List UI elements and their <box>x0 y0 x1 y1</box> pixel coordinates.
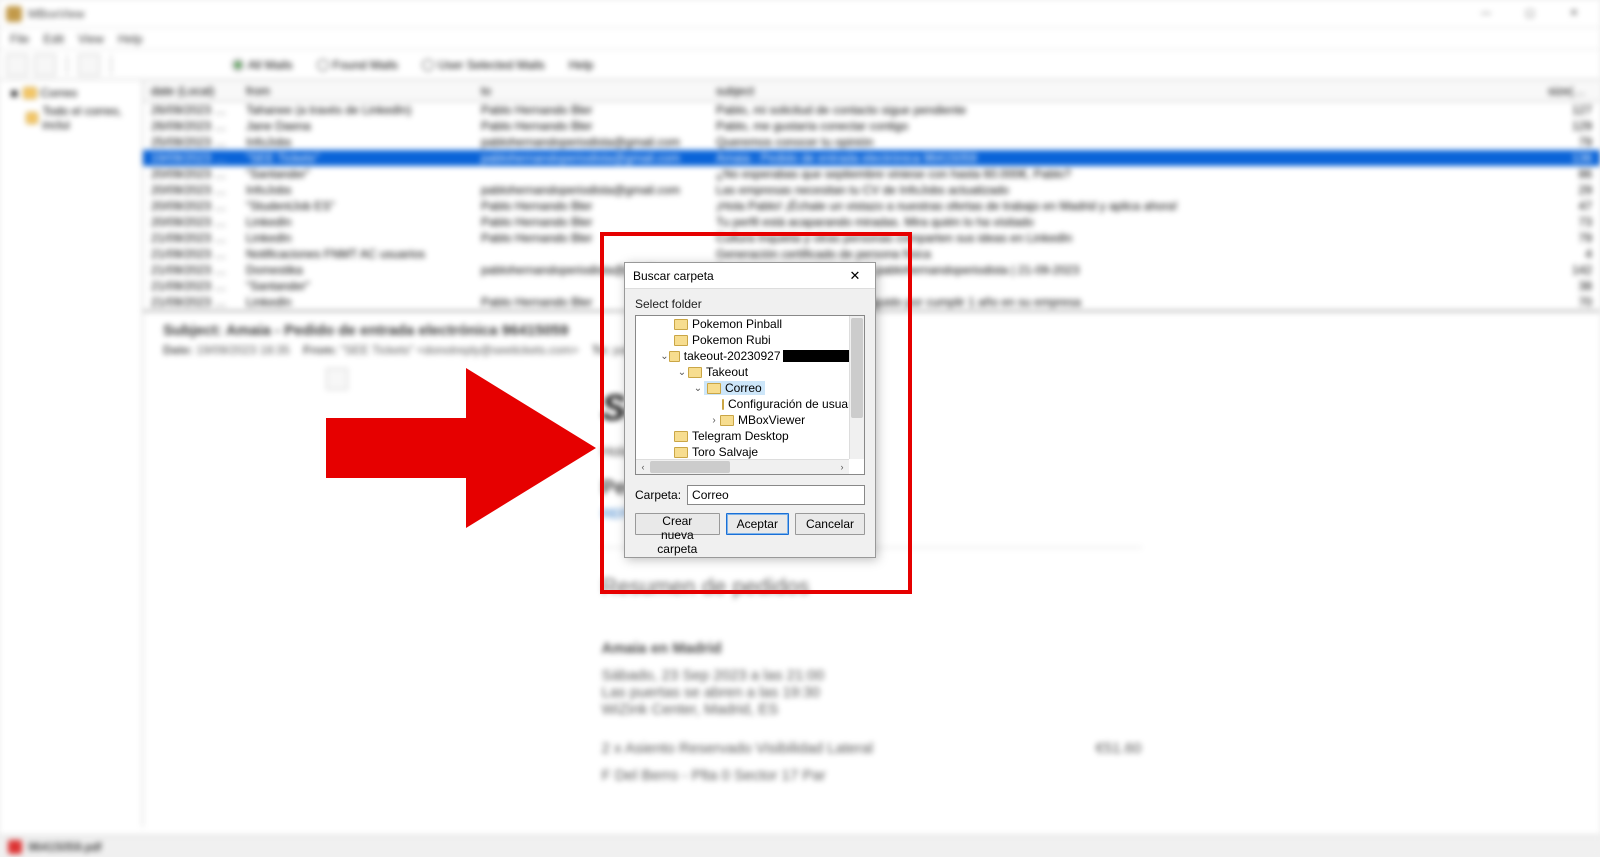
toolbar: All Mails Found Mails User Selected Mail… <box>0 50 1600 80</box>
toolbar-pick-icon[interactable] <box>78 54 100 76</box>
email-seat-detail: F Del Berro - Plta 0 Sector 17 Par <box>602 767 1142 784</box>
mail-row[interactable]: 21/09/2023 09:18LinkedIn Pablo Hernando … <box>143 230 1600 246</box>
mail-row[interactable]: 26/09/2023 07:25Tahanee (a través de Lin… <box>143 102 1600 118</box>
toolbar-separator <box>110 55 112 75</box>
tree-item[interactable]: Toro Salvaje <box>636 444 849 459</box>
scroll-right-icon[interactable]: › <box>835 460 849 474</box>
new-folder-button[interactable]: Crear nueva carpeta <box>635 513 720 535</box>
folder-icon <box>720 415 734 426</box>
preview-to-label: To: <box>592 343 610 357</box>
preview-from: "SEE Tickets" <donotreply@seetickets.com… <box>340 343 578 357</box>
mail-row[interactable]: 20/09/2023 11:43"Santander" ¿No esperaba… <box>143 166 1600 182</box>
mail-row[interactable]: 20/09/2023 16:36"StudentJob ES" Pablo He… <box>143 198 1600 214</box>
chevron-down-icon[interactable]: ⌄ <box>692 383 704 394</box>
folder-icon <box>674 319 688 330</box>
filter-found-mails[interactable]: Found Mails <box>317 58 398 72</box>
carpeta-input[interactable] <box>687 485 865 505</box>
folder-browse-dialog: Buscar carpeta ✕ Select folder Pokemon P… <box>624 262 876 558</box>
dialog-close-button[interactable]: ✕ <box>843 266 867 286</box>
menu-help[interactable]: Help <box>118 32 143 46</box>
tree-item-takeout[interactable]: ⌄takeout-20230927 <box>636 348 849 364</box>
tree-vertical-scrollbar[interactable] <box>849 316 864 459</box>
window-title: MBoxView <box>28 7 84 21</box>
cancel-button[interactable]: Cancelar <box>795 513 865 535</box>
menu-view[interactable]: View <box>78 32 104 46</box>
preview-from-label: From: <box>303 343 337 357</box>
filter-all-mails[interactable]: All Mails <box>232 58 293 72</box>
menubar: File Edit View Help <box>0 28 1600 50</box>
redacted-text <box>783 350 850 362</box>
folder-icon <box>674 431 688 442</box>
maximize-button[interactable]: ▢ <box>1510 2 1550 26</box>
col-subject[interactable]: subject <box>708 84 1540 98</box>
mail-list-header: date (Local) from to subject size(KB) <box>143 80 1600 102</box>
col-size[interactable]: size(KB) <box>1540 84 1600 98</box>
mail-row[interactable]: 19/09/2023 18:35"SEE Tickets" pabloherna… <box>143 150 1600 166</box>
statusbar: 96415059.pdf <box>0 835 1600 857</box>
close-window-button[interactable]: ✕ <box>1554 2 1594 26</box>
folder-icon <box>674 447 688 458</box>
mail-row[interactable]: 21/09/2023 09:16Notificaciones FNMT AC u… <box>143 246 1600 262</box>
email-doors: Las puertas se abren a las 19:30 <box>602 684 1142 701</box>
col-date[interactable]: date (Local) <box>143 84 238 98</box>
folder-icon <box>707 383 721 394</box>
toolbar-separator <box>66 55 68 75</box>
toolbar-print-icon[interactable] <box>34 54 56 76</box>
mail-row[interactable]: 25/09/2023 16:26InfoJobs pablohernandope… <box>143 134 1600 150</box>
email-section-resumen: Resumen de pedidos <box>602 574 1142 600</box>
col-to[interactable]: to <box>473 84 708 98</box>
tree-item[interactable]: Pokemon Rubi <box>636 332 849 348</box>
email-price: €51.60 <box>1096 740 1142 757</box>
accept-button[interactable]: Aceptar <box>726 513 789 535</box>
tree-item[interactable]: Telegram Desktop <box>636 428 849 444</box>
toolbar-open-icon[interactable] <box>6 54 28 76</box>
statusbar-file[interactable]: 96415059.pdf <box>28 840 101 854</box>
titlebar: MBoxView — ▢ ✕ <box>0 0 1600 28</box>
filter-user-selected[interactable]: User Selected Mails <box>422 58 545 72</box>
dialog-titlebar: Buscar carpeta ✕ <box>625 263 875 289</box>
mail-row[interactable]: 26/09/2023 15:29Jane Daena Pablo Hernand… <box>143 118 1600 134</box>
folder-tree[interactable]: Pokemon Pinball Pokemon Rubi ⌄takeout-20… <box>635 315 865 475</box>
mail-row[interactable]: 20/09/2023 20:34LinkedIn Pablo Hernando … <box>143 214 1600 230</box>
sidebar-child-all-mail[interactable]: Todo el correo, inclui <box>4 102 138 134</box>
folder-sidebar: ▣Correo Todo el correo, inclui <box>0 80 143 827</box>
carpeta-label: Carpeta: <box>635 488 681 502</box>
tree-item[interactable]: Pokemon Pinball <box>636 316 849 332</box>
mail-row[interactable]: 20/09/2023 13:03InfoJobs pablohernandope… <box>143 182 1600 198</box>
tree-item-correo[interactable]: ⌄Correo <box>636 380 849 396</box>
email-event-title: Amaia en Madrid <box>602 640 1142 657</box>
email-seat-line: 2 x Asiento Reservado Visibilidad Latera… <box>602 740 874 757</box>
annotation-arrow-icon <box>326 368 596 528</box>
email-event-date: Sábado, 23 Sep 2023 a las 21:00 <box>602 667 1142 684</box>
minimize-button[interactable]: — <box>1466 2 1506 26</box>
col-from[interactable]: from <box>238 84 473 98</box>
dialog-title: Buscar carpeta <box>633 269 714 283</box>
menu-edit[interactable]: Edit <box>43 32 64 46</box>
toolbar-help[interactable]: Help <box>569 58 594 72</box>
scroll-left-icon[interactable]: ‹ <box>636 460 650 474</box>
folder-icon <box>688 367 702 378</box>
chevron-right-icon[interactable]: › <box>708 415 720 426</box>
pdf-icon <box>8 840 22 854</box>
folder-icon <box>669 351 680 362</box>
tree-horizontal-scrollbar[interactable]: ‹› <box>636 459 849 474</box>
tree-item[interactable]: Configuración de usuario <box>636 396 849 412</box>
dialog-select-folder-label: Select folder <box>625 289 875 315</box>
preview-date: 19/09/2023 18:35 <box>196 343 289 357</box>
sidebar-root-correo[interactable]: ▣Correo <box>4 84 138 102</box>
folder-icon <box>674 335 688 346</box>
preview-subject-label: Subject: <box>163 322 222 339</box>
preview-subject: Amaia - Pedido de entrada electrónica 96… <box>226 322 569 339</box>
menu-file[interactable]: File <box>10 32 29 46</box>
preview-date-label: Date: <box>163 343 193 357</box>
app-icon <box>6 6 22 22</box>
tree-item-mboxviewer[interactable]: ›MBoxViewer <box>636 412 849 428</box>
email-venue: WiZink Center, Madrid, ES <box>602 701 1142 718</box>
tree-item-takeout-sub[interactable]: ⌄Takeout <box>636 364 849 380</box>
chevron-down-icon[interactable]: ⌄ <box>660 351 669 362</box>
folder-icon <box>722 399 724 410</box>
chevron-down-icon[interactable]: ⌄ <box>676 367 688 378</box>
